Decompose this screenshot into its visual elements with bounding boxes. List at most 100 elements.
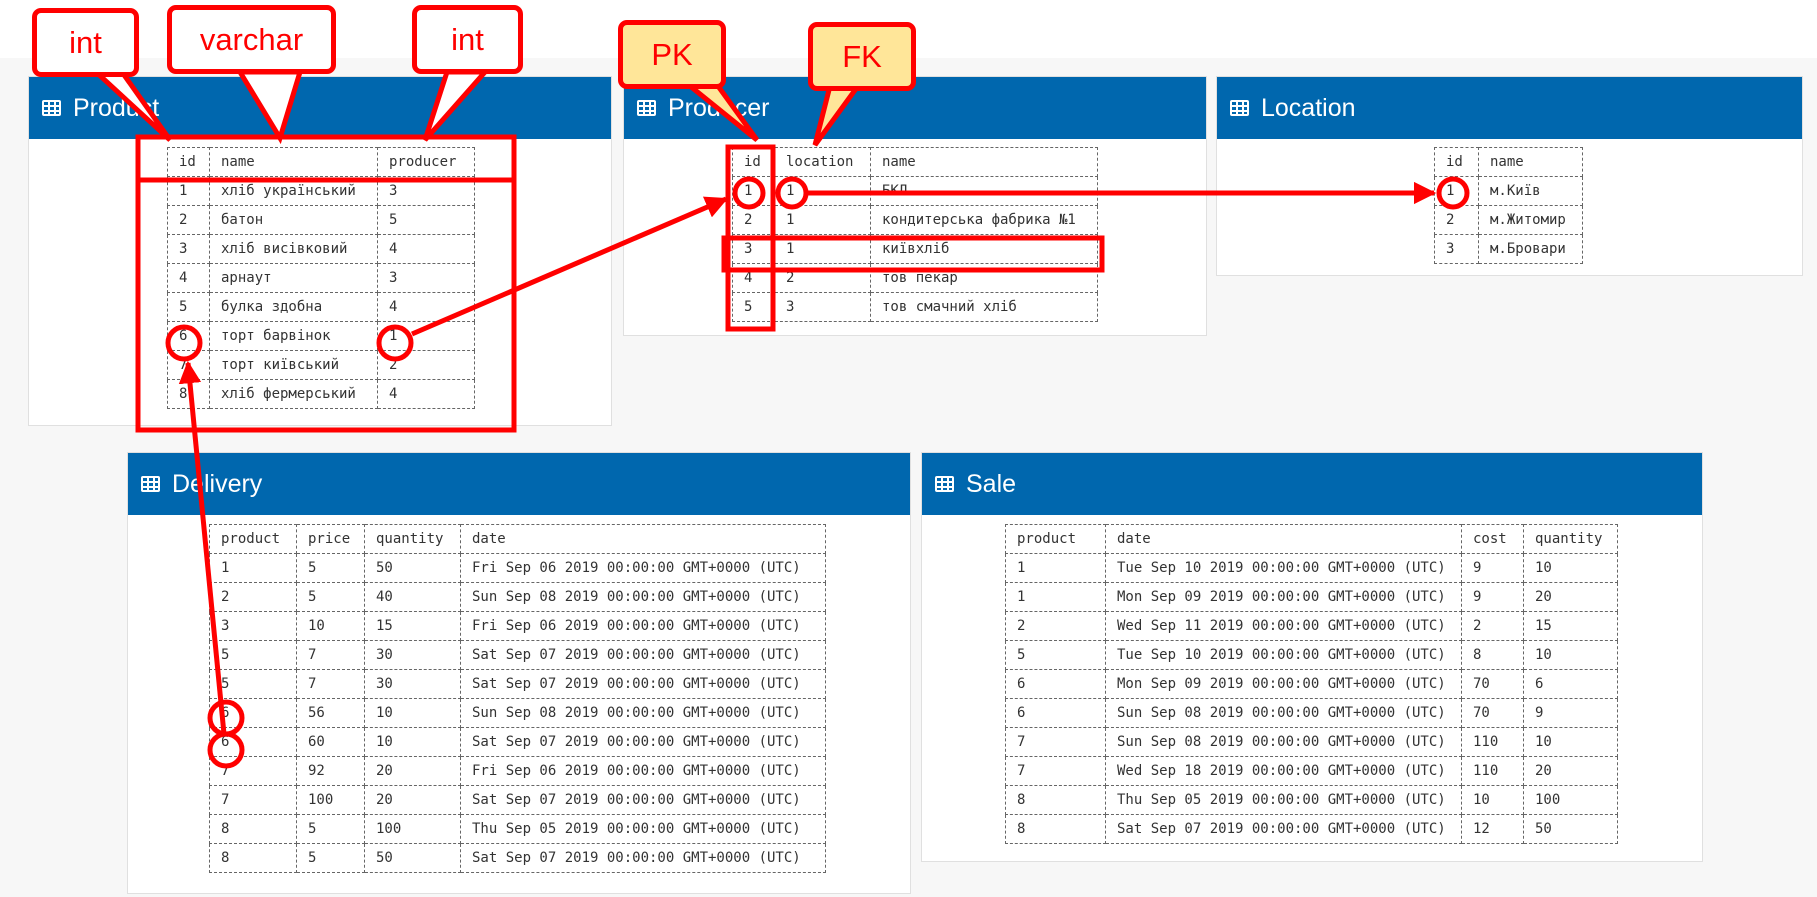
table-cell: 2 (377, 350, 475, 380)
table-row: 6 56 10 Sun Sep 08 2019 00:00:00 GMT+0000 (… (209, 698, 826, 728)
table-cell: 110 (1461, 756, 1524, 786)
location-table: id name 1 м.Київ 2 м.Житомир 3 м.Бровари (1434, 147, 1583, 264)
table-cell: арнаут (209, 263, 378, 293)
table-cell: 100 (1523, 785, 1618, 815)
product-table: id name producer 1 хліб український 3 2 батон 5 3… (167, 147, 475, 409)
table-grid-icon (141, 476, 160, 492)
type-label-int: int (32, 8, 139, 77)
table-cell: 20 (1523, 756, 1618, 786)
key-label-pk: PK (618, 20, 726, 89)
table-row: 2 Wed Sep 11 2019 00:00:00 GMT+0000 (UTC)… (1005, 611, 1618, 641)
table-cell: Sun Sep 08 2019 00:00:00 GMT+0000 (UTC) (1105, 727, 1462, 757)
table-cell: 5 (377, 205, 475, 235)
table-cell: 2 (774, 263, 871, 293)
table-cell: 9 (1461, 582, 1524, 612)
table-cell: 30 (364, 640, 461, 670)
table-cell: 7 (296, 640, 365, 670)
table-cell: 4 (167, 263, 210, 293)
table-cell: 1 (774, 205, 871, 235)
table-cell: Sat Sep 07 2019 00:00:00 GMT+0000 (UTC) (460, 727, 826, 757)
table-row: 2 1 кондитерська фабрика №1 (732, 205, 1098, 235)
table-cell: хліб висівковий (209, 234, 378, 264)
table-cell: хліб фермерський (209, 379, 378, 409)
table-cell: 2 (732, 205, 775, 235)
table-cell: м.Житомир (1478, 205, 1583, 235)
panel-title: Producer (668, 94, 770, 122)
table-cell: 50 (364, 843, 461, 873)
table-row: 1 Mon Sep 09 2019 00:00:00 GMT+0000 (UTC)… (1005, 582, 1618, 612)
column-header: name (209, 147, 378, 177)
table-cell: 1 (1434, 176, 1479, 206)
table-cell: 4 (377, 292, 475, 322)
table-row: 1 хліб український 3 (167, 176, 475, 206)
table-cell: 6 (1005, 669, 1106, 699)
table-cell: Mon Sep 09 2019 00:00:00 GMT+0000 (UTC) (1105, 582, 1462, 612)
column-header: cost (1461, 524, 1524, 554)
table-cell: Tue Sep 10 2019 00:00:00 GMT+0000 (UTC) (1105, 640, 1462, 670)
table-header-row: id location name (732, 147, 1098, 177)
table-row: 8 5 100 Thu Sep 05 2019 00:00:00 GMT+0000 (… (209, 814, 826, 844)
column-header: producer (377, 147, 475, 177)
table-header-row: id name (1434, 147, 1583, 177)
table-grid-icon (1230, 100, 1249, 116)
table-cell: 2 (209, 582, 297, 612)
table-cell: 1 (732, 176, 775, 206)
table-cell: 30 (364, 669, 461, 699)
table-cell: тов смачний хліб (870, 292, 1098, 322)
table-row: 5 7 30 Sat Sep 07 2019 00:00:00 GMT+0000 (U… (209, 640, 826, 670)
table-cell: 5 (732, 292, 775, 322)
table-cell: Sat Sep 07 2019 00:00:00 GMT+0000 (UTC) (460, 785, 826, 815)
table-cell: Mon Sep 09 2019 00:00:00 GMT+0000 (UTC) (1105, 669, 1462, 699)
table-row: 1 1 БКЛ (732, 176, 1098, 206)
table-row: 6 торт барвінок 1 (167, 321, 475, 351)
table-row: 8 хліб фермерський 4 (167, 379, 475, 409)
table-cell: Sat Sep 07 2019 00:00:00 GMT+0000 (UTC) (460, 843, 826, 873)
table-cell: хліб український (209, 176, 378, 206)
table-cell: Sun Sep 08 2019 00:00:00 GMT+0000 (UTC) (460, 582, 826, 612)
table-cell: Sat Sep 07 2019 00:00:00 GMT+0000 (UTC) (460, 669, 826, 699)
table-row: 2 м.Житомир (1434, 205, 1583, 235)
table-row: 7 торт київський 2 (167, 350, 475, 380)
table-cell: торт київський (209, 350, 378, 380)
table-cell: 50 (364, 553, 461, 583)
table-row: 5 булка здобна 4 (167, 292, 475, 322)
table-cell: м.Бровари (1478, 234, 1583, 264)
table-grid-icon (935, 476, 954, 492)
table-cell: Sat Sep 07 2019 00:00:00 GMT+0000 (UTC) (460, 640, 826, 670)
table-row: 8 Sat Sep 07 2019 00:00:00 GMT+0000 (UTC)… (1005, 814, 1618, 844)
column-header: name (870, 147, 1098, 177)
table-row: 8 Thu Sep 05 2019 00:00:00 GMT+0000 (UTC)… (1005, 785, 1618, 815)
table-row: 7 Sun Sep 08 2019 00:00:00 GMT+0000 (UTC)… (1005, 727, 1618, 757)
table-cell: 70 (1461, 698, 1524, 728)
panel-header-delivery: Delivery (128, 453, 910, 515)
table-row: 2 батон 5 (167, 205, 475, 235)
table-row: 6 Mon Sep 09 2019 00:00:00 GMT+0000 (UTC)… (1005, 669, 1618, 699)
table-row: 5 3 тов смачний хліб (732, 292, 1098, 322)
table-cell: 6 (1523, 669, 1618, 699)
table-cell: Wed Sep 11 2019 00:00:00 GMT+0000 (UTC) (1105, 611, 1462, 641)
table-cell: Fri Sep 06 2019 00:00:00 GMT+0000 (UTC) (460, 611, 826, 641)
panel-header-product: Product (29, 77, 611, 139)
table-cell: 3 (167, 234, 210, 264)
table-cell: 100 (296, 785, 365, 815)
table-cell: 10 (1523, 727, 1618, 757)
table-cell: 5 (167, 292, 210, 322)
panel-title: Delivery (172, 470, 263, 498)
table-cell: 10 (296, 611, 365, 641)
table-cell: 2 (1461, 611, 1524, 641)
table-cell: 7 (1005, 756, 1106, 786)
table-row: 5 7 30 Sat Sep 07 2019 00:00:00 GMT+0000 (U… (209, 669, 826, 699)
table-cell: Fri Sep 06 2019 00:00:00 GMT+0000 (UTC) (460, 756, 826, 786)
table-cell: м.Київ (1478, 176, 1583, 206)
column-header: id (1434, 147, 1479, 177)
table-header-row: product date cost quantity (1005, 524, 1618, 554)
table-cell: 3 (1434, 234, 1479, 264)
table-row: 1 5 50 Fri Sep 06 2019 00:00:00 GMT+0000 (U… (209, 553, 826, 583)
table-cell: 8 (209, 843, 297, 873)
table-cell: 100 (364, 814, 461, 844)
table-cell: 5 (1005, 640, 1106, 670)
table-cell: 5 (296, 843, 365, 873)
table-cell: 1 (377, 321, 475, 351)
table-row: 8 5 50 Sat Sep 07 2019 00:00:00 GMT+0000 (U… (209, 843, 826, 873)
table-row: 5 Tue Sep 10 2019 00:00:00 GMT+0000 (UTC)… (1005, 640, 1618, 670)
